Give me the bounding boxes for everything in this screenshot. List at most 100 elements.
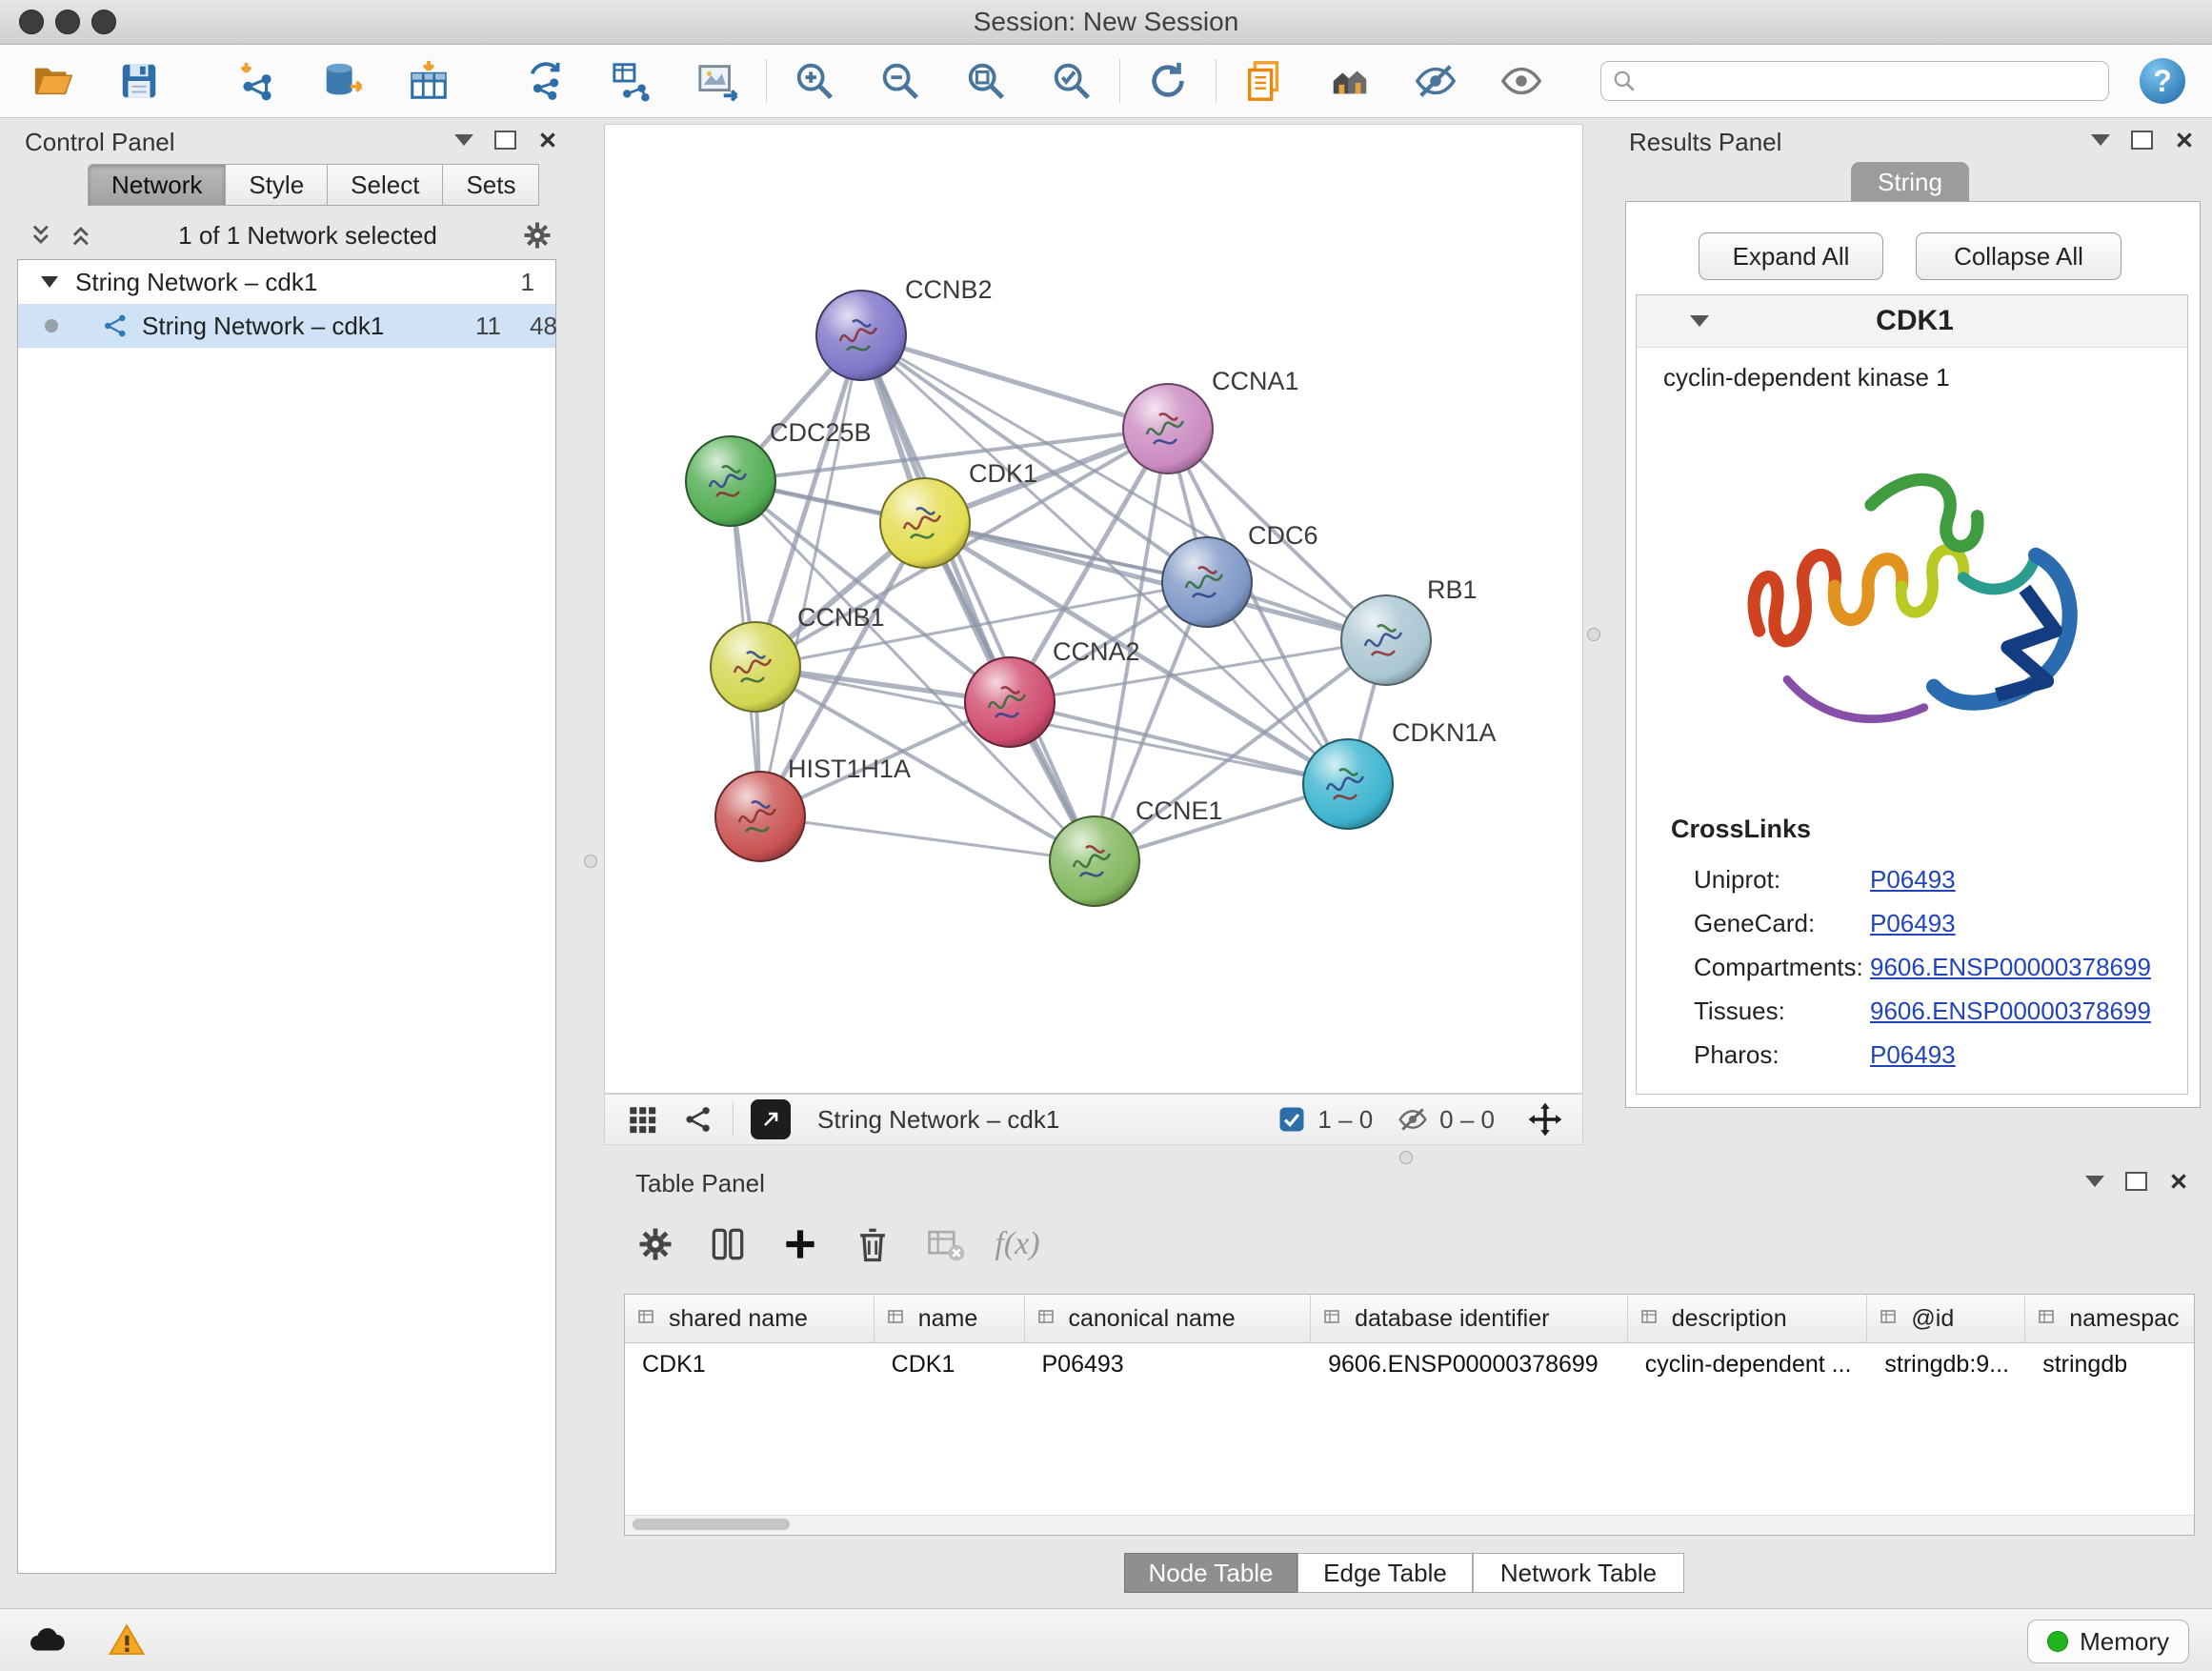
show-columns-button[interactable] [701, 1218, 754, 1271]
import-network-file-button[interactable] [231, 54, 284, 108]
clone-network-button[interactable] [520, 54, 573, 108]
zoom-fit-button[interactable] [959, 54, 1013, 108]
network-collection-row[interactable]: String Network – cdk1 1 [18, 260, 555, 304]
tab-node-table[interactable]: Node Table [1124, 1553, 1297, 1593]
import-network-database-button[interactable] [316, 54, 370, 108]
node-label: CCNB1 [797, 603, 885, 632]
open-session-button[interactable] [27, 54, 80, 108]
tab-select[interactable]: Select [328, 164, 443, 206]
help-button[interactable]: ? [2140, 58, 2185, 104]
vertical-splitter-handle[interactable] [584, 855, 597, 868]
collapse-panel-icon[interactable] [2085, 1176, 2104, 1187]
import-table-button[interactable] [402, 54, 455, 108]
close-panel-icon[interactable] [2168, 1171, 2189, 1192]
column-header-shared-name[interactable]: shared name [625, 1295, 875, 1342]
warning-icon[interactable] [107, 1621, 147, 1661]
share-network-icon[interactable] [683, 1103, 715, 1136]
hide-selected-button[interactable] [1409, 54, 1462, 108]
show-all-panels-button[interactable] [1323, 54, 1377, 108]
export-image-button[interactable] [692, 54, 745, 108]
tab-network-table[interactable]: Network Table [1473, 1553, 1684, 1593]
gear-icon[interactable] [520, 218, 554, 252]
save-session-button[interactable] [112, 54, 166, 108]
network-edge[interactable] [1010, 702, 1348, 784]
birds-eye-grid-icon[interactable] [626, 1103, 658, 1136]
float-panel-icon[interactable] [2131, 131, 2153, 150]
network-edge[interactable] [760, 335, 861, 816]
column-header-namespace[interactable]: namespac [2025, 1295, 2194, 1342]
crosslink-compartments-link[interactable]: 9606.ENSP00000378699 [1870, 953, 2151, 982]
crosslink-tissues-link[interactable]: 9606.ENSP00000378699 [1870, 997, 2151, 1026]
selected-checkbox-icon[interactable] [1277, 1105, 1306, 1134]
collapse-entry-icon[interactable] [1690, 315, 1709, 327]
network-node-cdc6[interactable] [1162, 537, 1252, 627]
column-header-name[interactable]: name [875, 1295, 1025, 1342]
collapse-panel-icon[interactable] [454, 134, 473, 146]
network-edge[interactable] [861, 335, 1168, 429]
close-panel-icon[interactable] [537, 130, 558, 151]
vertical-splitter-handle[interactable] [1587, 628, 1600, 641]
collapse-all-tree-icon[interactable] [69, 222, 95, 249]
zoom-in-button[interactable] [788, 54, 841, 108]
network-row-selected[interactable]: String Network – cdk1 11 48 [18, 304, 555, 348]
hidden-eye-slash-icon[interactable] [1398, 1104, 1428, 1135]
table-settings-button[interactable] [629, 1218, 682, 1271]
horizontal-splitter-handle[interactable] [1399, 1151, 1413, 1164]
network-node-ccnb1[interactable] [711, 622, 800, 712]
column-header-id[interactable]: @id [1867, 1295, 2025, 1342]
control-panel-tabs: Network Style Select Sets [88, 164, 539, 206]
network-node-hist1h1a[interactable] [715, 772, 805, 861]
crosslink-label: Tissues: [1694, 997, 1785, 1025]
table-row[interactable]: CDK1 CDK1 P06493 9606.ENSP00000378699 cy… [625, 1343, 2194, 1385]
memory-button[interactable]: Memory [2027, 1620, 2189, 1663]
cloud-icon[interactable] [27, 1621, 67, 1661]
crosslink-uniprot-link[interactable]: P06493 [1870, 865, 1956, 895]
network-node-ccna1[interactable] [1123, 384, 1213, 473]
network-node-rb1[interactable] [1341, 595, 1431, 685]
zoom-selected-button[interactable] [1045, 54, 1098, 108]
expand-all-tree-icon[interactable] [29, 222, 55, 249]
show-hidden-button[interactable] [1495, 54, 1548, 108]
delete-table-button-disabled [918, 1218, 972, 1271]
column-header-description[interactable]: description [1628, 1295, 1868, 1342]
tab-sets[interactable]: Sets [443, 164, 539, 206]
duplicate-document-button[interactable] [1237, 54, 1291, 108]
pan-crosshair-icon[interactable] [1527, 1101, 1563, 1137]
network-edge[interactable] [760, 816, 1095, 861]
gene-card-header[interactable]: CDK1 [1637, 295, 2187, 348]
title-bar: Session: New Session [0, 0, 2212, 45]
tab-string[interactable]: String [1851, 162, 1969, 202]
delete-column-button[interactable] [846, 1218, 899, 1271]
network-canvas[interactable]: CCNB2CCNA1CDC25BCDK1CDC6RB1CCNB1CCNA2CDK… [604, 124, 1583, 1094]
export-network-button[interactable] [751, 1099, 791, 1139]
tab-style[interactable]: Style [226, 164, 328, 206]
horizontal-scrollbar[interactable] [625, 1515, 2194, 1535]
float-panel-icon[interactable] [494, 131, 516, 150]
collapse-all-button[interactable]: Collapse All [1916, 232, 2122, 280]
search-input[interactable] [1600, 61, 2109, 101]
network-graph[interactable]: CCNB2CCNA1CDC25BCDK1CDC6RB1CCNB1CCNA2CDK… [605, 125, 1582, 1093]
tab-edge-table[interactable]: Edge Table [1297, 1553, 1473, 1593]
crosslink-pharos-link[interactable]: P06493 [1870, 1040, 1956, 1070]
refresh-layout-button[interactable] [1141, 54, 1195, 108]
network-node-cdk1[interactable] [880, 478, 970, 568]
collapse-panel-icon[interactable] [2091, 134, 2110, 146]
function-builder-button[interactable]: f(x) [991, 1218, 1044, 1271]
network-node-ccnb2[interactable] [816, 291, 906, 380]
network-node-ccna2[interactable] [965, 657, 1055, 747]
scrollbar-thumb[interactable] [633, 1519, 790, 1530]
add-column-button[interactable] [774, 1218, 827, 1271]
float-panel-icon[interactable] [2125, 1172, 2147, 1191]
close-panel-icon[interactable] [2174, 130, 2195, 151]
column-header-database-identifier[interactable]: database identifier [1311, 1295, 1628, 1342]
expand-all-button[interactable]: Expand All [1699, 232, 1883, 280]
network-node-cdc25b[interactable] [686, 436, 775, 526]
network-node-ccne1[interactable] [1050, 816, 1139, 906]
tab-network[interactable]: Network [88, 164, 226, 206]
network-node-cdkn1a[interactable] [1303, 739, 1393, 829]
column-header-canonical-name[interactable]: canonical name [1025, 1295, 1312, 1342]
tree-expand-icon[interactable] [41, 276, 58, 288]
crosslink-genecard-link[interactable]: P06493 [1870, 909, 1956, 938]
zoom-out-button[interactable] [874, 54, 927, 108]
network-from-table-button[interactable] [606, 54, 659, 108]
